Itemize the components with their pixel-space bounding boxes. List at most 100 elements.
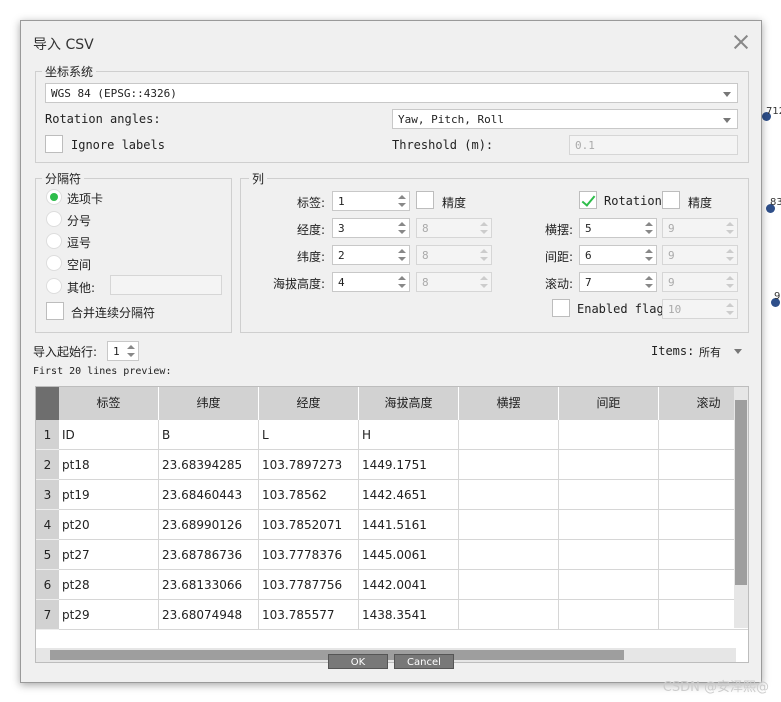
row-header: 6 <box>36 570 59 600</box>
vertical-scrollbar[interactable] <box>734 387 748 628</box>
import-start-label: 导入起始行: <box>33 345 98 359</box>
delimiter-option-label: 选项卡 <box>67 192 104 206</box>
table-cell: 1438.3541 <box>359 600 459 630</box>
pitch-accuracy-spinbox[interactable]: 9 <box>662 245 738 265</box>
pitch-column-value: 6 <box>585 249 592 262</box>
table-cell: 23.68990126 <box>159 510 259 540</box>
table-cell: 23.68394285 <box>159 450 259 480</box>
preview-label: First 20 lines preview: <box>33 366 172 377</box>
yaw-accuracy-spinbox[interactable]: 9 <box>662 218 738 238</box>
merge-delimiters-checkbox[interactable] <box>46 302 64 320</box>
preview-table[interactable]: 标签 纬度 经度 海拔高度 横摆 间距 滚动 1 ID B L H 2 pt18 23.683… <box>35 386 749 663</box>
delimiter-option-label: 空间 <box>67 258 92 272</box>
table-cell <box>459 450 559 480</box>
rotation-accuracy-label: 精度 <box>688 196 713 210</box>
watermark: CSDN @安泽熙@ <box>662 680 769 695</box>
roll-column-value: 7 <box>585 276 592 289</box>
table-cell: pt19 <box>59 480 159 510</box>
enabled-flag-spinbox[interactable]: 10 <box>662 299 738 319</box>
enabled-flag-label: Enabled flag: <box>577 302 671 316</box>
delimiter-tab-radio[interactable] <box>46 189 62 205</box>
table-cell <box>559 480 659 510</box>
table-cell: 23.68133066 <box>159 570 259 600</box>
enabled-flag-checkbox[interactable] <box>552 299 570 317</box>
latitude-column-label: 纬度: <box>296 250 325 264</box>
row-header: 5 <box>36 540 59 570</box>
label-accuracy-label: 精度 <box>442 196 467 210</box>
delimiter-other-input[interactable] <box>110 275 222 295</box>
longitude-column-spinbox[interactable]: 3 <box>332 218 410 238</box>
roll-accuracy-spinbox[interactable]: 9 <box>662 272 738 292</box>
row-header: 4 <box>36 510 59 540</box>
longitude-accuracy-value: 8 <box>422 222 429 235</box>
label-accuracy-checkbox[interactable] <box>416 191 434 209</box>
ignore-labels-checkbox[interactable] <box>45 135 63 153</box>
rotation-angles-select[interactable]: Yaw, Pitch, Roll <box>392 109 738 129</box>
import-csv-dialog: 导入 CSV 坐标系统 WGS 84 (EPSG::4326) Rotation… <box>20 20 762 683</box>
crs-legend: 坐标系统 <box>42 63 97 80</box>
column-header[interactable]: 海拔高度 <box>359 387 459 420</box>
table-cell: 103.7852071 <box>259 510 359 540</box>
delimiter-other-radio[interactable] <box>46 278 62 294</box>
ignore-labels-label: Ignore labels <box>71 138 165 152</box>
column-header[interactable]: 经度 <box>259 387 359 420</box>
items-select[interactable]: 所有 <box>694 341 748 361</box>
table-cell <box>459 420 559 450</box>
crs-select[interactable]: WGS 84 (EPSG::4326) <box>45 83 738 103</box>
roll-column-spinbox[interactable]: 7 <box>579 272 657 292</box>
delimiter-comma-radio[interactable] <box>46 233 62 249</box>
table-cell: 1442.0041 <box>359 570 459 600</box>
threshold-input[interactable]: 0.1 <box>569 135 738 155</box>
table-cell: L <box>259 420 359 450</box>
latitude-column-spinbox[interactable]: 2 <box>332 245 410 265</box>
table-cell <box>459 600 559 630</box>
table-cell <box>559 570 659 600</box>
close-icon[interactable] <box>733 34 749 50</box>
table-corner <box>36 387 59 420</box>
pitch-accuracy-value: 9 <box>668 249 675 262</box>
map-point-label: 9 <box>774 291 781 302</box>
table-cell: 23.68460443 <box>159 480 259 510</box>
column-header[interactable]: 标签 <box>59 387 159 420</box>
rotation-accuracy-checkbox[interactable] <box>662 191 680 209</box>
table-cell <box>559 420 659 450</box>
merge-delimiters-label: 合并连续分隔符 <box>71 306 156 320</box>
table-cell: 1441.5161 <box>359 510 459 540</box>
cancel-button[interactable]: Cancel <box>394 654 454 669</box>
yaw-column-value: 5 <box>585 222 592 235</box>
table-cell <box>559 450 659 480</box>
table-cell: 103.7778376 <box>259 540 359 570</box>
latitude-accuracy-spinbox[interactable]: 8 <box>416 245 492 265</box>
table-cell <box>459 570 559 600</box>
longitude-column-value: 3 <box>338 222 345 235</box>
delimiter-semicolon-radio[interactable] <box>46 211 62 227</box>
delimiter-legend: 分隔符 <box>42 170 85 187</box>
column-header[interactable]: 横摆 <box>459 387 559 420</box>
longitude-accuracy-spinbox[interactable]: 8 <box>416 218 492 238</box>
altitude-accuracy-spinbox[interactable]: 8 <box>416 272 492 292</box>
pitch-column-spinbox[interactable]: 6 <box>579 245 657 265</box>
table-cell: H <box>359 420 459 450</box>
table-cell: pt29 <box>59 600 159 630</box>
delimiter-option-label: 分号 <box>67 214 92 228</box>
column-header[interactable]: 间距 <box>559 387 659 420</box>
table-cell: pt20 <box>59 510 159 540</box>
roll-accuracy-value: 9 <box>668 276 675 289</box>
yaw-column-spinbox[interactable]: 5 <box>579 218 657 238</box>
crs-group: 坐标系统 WGS 84 (EPSG::4326) Rotation angles… <box>35 63 749 163</box>
enabled-flag-value: 10 <box>668 303 682 316</box>
columns-legend: 列 <box>249 170 268 187</box>
label-column-spinbox[interactable]: 1 <box>332 191 410 211</box>
rotation-checkbox[interactable] <box>579 191 597 209</box>
altitude-column-spinbox[interactable]: 4 <box>332 272 410 292</box>
delimiter-space-radio[interactable] <box>46 255 62 271</box>
latitude-column-value: 2 <box>338 249 345 262</box>
vertical-scroll-thumb[interactable] <box>735 400 747 585</box>
import-start-spinbox[interactable]: 1 <box>107 341 139 361</box>
table-cell: 1445.0061 <box>359 540 459 570</box>
label-column-label: 标签: <box>296 196 325 210</box>
map-point-label: 83 <box>770 197 781 208</box>
ok-button[interactable]: OK <box>328 654 388 669</box>
column-header[interactable]: 纬度 <box>159 387 259 420</box>
roll-column-label: 滚动: <box>544 277 573 291</box>
